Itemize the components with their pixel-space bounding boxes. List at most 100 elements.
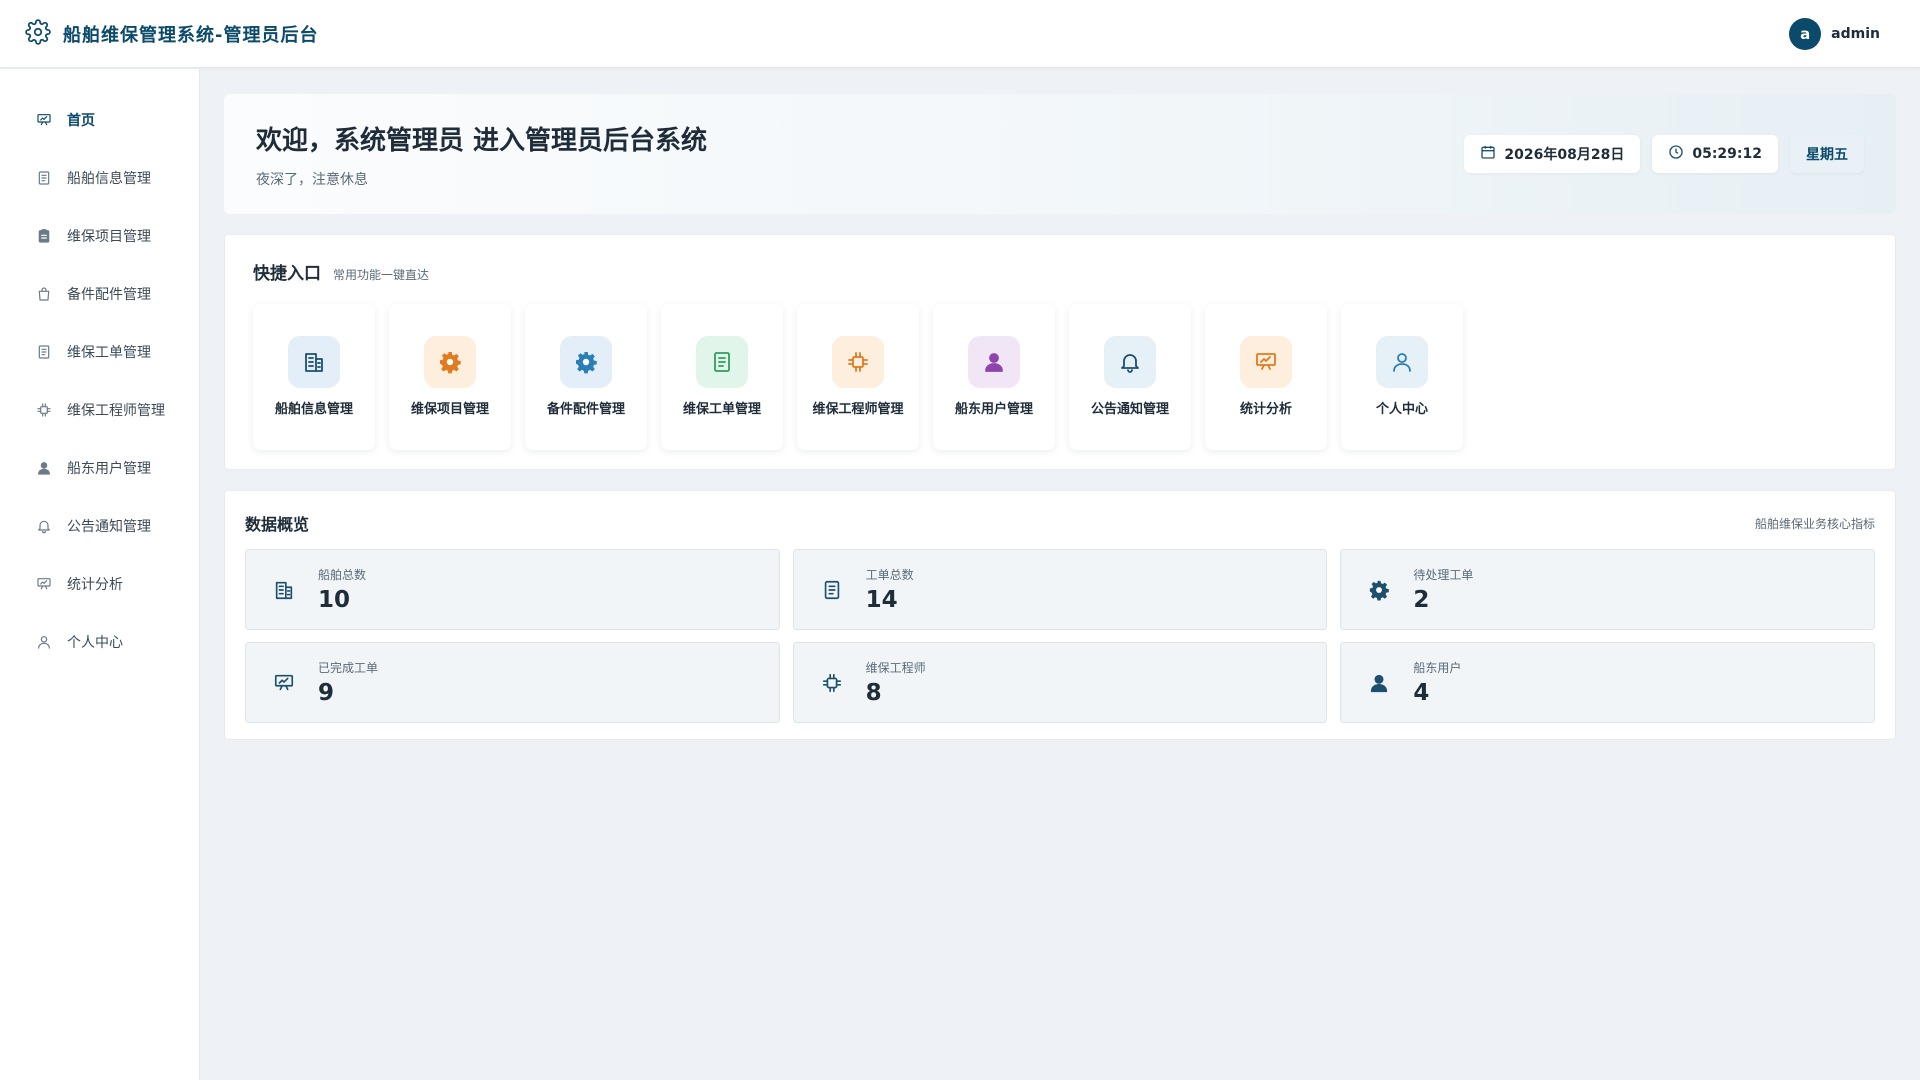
stat-cards: 船舶总数 10 工单总数 14 待处理工单 2 已完成工单 9 维保工程师 8 船东用户 4	[245, 549, 1875, 723]
document-icon	[35, 343, 53, 361]
presentation-icon	[1240, 335, 1292, 388]
sidebar-item-label: 公告通知管理	[67, 519, 151, 535]
stat-card: 工单总数 14	[792, 549, 1328, 630]
building-icon	[270, 576, 298, 604]
stat-value: 14	[865, 587, 898, 613]
quick-tile[interactable]: 备件配件管理	[525, 304, 647, 450]
sidebar-item-label: 船东用户管理	[67, 461, 151, 477]
overview-panel: 数据概览 船舶维保业务核心指标 船舶总数 10 工单总数 14 待处理工单 2 已完成工单 9…	[224, 490, 1896, 740]
time-chip: 05:29:12	[1652, 135, 1778, 173]
stat-card: 待处理工单 2	[1340, 549, 1875, 630]
sidebar-item-0[interactable]: 首页	[0, 91, 199, 149]
stat-value: 9	[318, 680, 335, 706]
stat-label: 待处理工单	[1413, 568, 1474, 582]
sidebar-item-9[interactable]: 个人中心	[0, 613, 199, 671]
date-text: 2026年08月28日	[1504, 147, 1625, 163]
gear-icon	[25, 18, 51, 49]
quick-tile-label: 维保工程师管理	[812, 401, 904, 417]
user-icon	[1365, 669, 1393, 697]
top-bar: 船舶维保管理系统-管理员后台 a admin	[0, 0, 1920, 68]
stat-value: 8	[865, 680, 882, 706]
weekday-text: 星期五	[1806, 147, 1848, 163]
building-icon	[288, 335, 340, 388]
presentation-icon	[35, 111, 53, 129]
quick-tile[interactable]: 维保工单管理	[661, 304, 783, 450]
stat-label: 已完成工单	[318, 661, 379, 675]
overview-subtitle: 船舶维保业务核心指标	[1754, 516, 1875, 531]
date-chip: 2026年08月28日	[1464, 135, 1641, 173]
sidebar-item-label: 首页	[67, 113, 95, 129]
quick-tile-label: 维保项目管理	[410, 401, 489, 417]
quick-tile[interactable]: 公告通知管理	[1069, 304, 1191, 450]
stat-label: 船舶总数	[318, 568, 367, 582]
stat-label: 维保工程师	[865, 661, 926, 675]
stat-card: 维保工程师 8	[792, 642, 1328, 723]
bag-icon	[35, 285, 53, 303]
stat-card: 船舶总数 10	[245, 549, 780, 630]
quick-tile-label: 船东用户管理	[954, 401, 1033, 417]
quick-tile-label: 公告通知管理	[1090, 401, 1169, 417]
sidebar-item-1[interactable]: 船舶信息管理	[0, 149, 199, 207]
sidebar: 首页船舶信息管理维保项目管理 备件配件管理维保工单管理维保工程师管理 船东用户管理公…	[0, 69, 200, 1080]
user-menu[interactable]: a admin	[1789, 17, 1880, 50]
sidebar-item-8[interactable]: 统计分析	[0, 555, 199, 613]
quick-tile-label: 维保工单管理	[682, 401, 761, 417]
clock-icon	[1668, 144, 1684, 164]
calendar-icon	[1480, 144, 1496, 164]
chip-icon	[818, 669, 846, 697]
stat-value: 2	[1413, 587, 1430, 613]
sidebar-item-label: 统计分析	[67, 577, 123, 593]
user-icon	[968, 335, 1020, 388]
stat-label: 工单总数	[865, 568, 914, 582]
gear-icon	[560, 335, 612, 388]
sidebar-item-6[interactable]: 船东用户管理	[0, 439, 199, 497]
welcome-subtitle: 夜深了，注意休息	[256, 171, 368, 188]
quick-tile-label: 备件配件管理	[546, 401, 625, 417]
user-outline-icon	[1376, 335, 1428, 388]
main-content: 欢迎，系统管理员 进入管理员后台系统 夜深了，注意休息 2026年08月28日 …	[224, 94, 1896, 740]
quick-tile-label: 统计分析	[1239, 401, 1292, 417]
datetime-chips: 2026年08月28日 05:29:12 星期五	[1464, 135, 1864, 173]
sidebar-item-5[interactable]: 维保工程师管理	[0, 381, 199, 439]
sidebar-item-7[interactable]: 公告通知管理	[0, 497, 199, 555]
quick-tile[interactable]: 船东用户管理	[933, 304, 1055, 450]
avatar[interactable]: a	[1789, 17, 1822, 50]
user-outline-icon	[35, 633, 53, 651]
document-icon	[696, 335, 748, 388]
brand: 船舶维保管理系统-管理员后台	[25, 18, 319, 49]
sidebar-item-label: 备件配件管理	[67, 287, 151, 303]
user-icon	[35, 459, 53, 477]
quick-tile[interactable]: 维保工程师管理	[797, 304, 919, 450]
sidebar-item-label: 维保工程师管理	[67, 403, 165, 419]
quick-tile[interactable]: 船舶信息管理	[253, 304, 375, 450]
chip-icon	[35, 401, 53, 419]
quick-tile-label: 船舶信息管理	[274, 401, 353, 417]
app-title: 船舶维保管理系统-管理员后台	[63, 24, 319, 46]
stat-value: 10	[318, 587, 351, 613]
quick-access-tiles: 船舶信息管理 维保项目管理 备件配件管理 维保工单管理 维保工程师管理 船东用户管理 公告通…	[253, 304, 1867, 450]
clipboard-icon	[35, 227, 53, 245]
quick-access-subtitle: 常用功能一键直达	[333, 268, 430, 282]
sidebar-item-label: 个人中心	[67, 635, 123, 651]
quick-access-panel: 快捷入口 常用功能一键直达 船舶信息管理 维保项目管理 备件配件管理 维保工单管理 维保…	[224, 234, 1896, 470]
sidebar-item-3[interactable]: 备件配件管理	[0, 265, 199, 323]
presentation-icon	[35, 575, 53, 593]
quick-tile[interactable]: 统计分析	[1205, 304, 1327, 450]
stat-label: 船东用户	[1413, 661, 1462, 675]
chip-icon	[832, 335, 884, 388]
quick-tile[interactable]: 个人中心	[1341, 304, 1463, 450]
sidebar-item-4[interactable]: 维保工单管理	[0, 323, 199, 381]
username[interactable]: admin	[1831, 26, 1880, 42]
quick-tile[interactable]: 维保项目管理	[389, 304, 511, 450]
overview-title: 数据概览	[245, 515, 310, 534]
welcome-banner: 欢迎，系统管理员 进入管理员后台系统 夜深了，注意休息 2026年08月28日 …	[224, 94, 1896, 214]
bell-icon	[35, 517, 53, 535]
stat-card: 船东用户 4	[1340, 642, 1875, 723]
presentation-icon	[270, 669, 298, 697]
sidebar-item-2[interactable]: 维保项目管理	[0, 207, 199, 265]
gear-icon	[424, 335, 476, 388]
stat-card: 已完成工单 9	[245, 642, 780, 723]
weekday-chip: 星期五	[1790, 135, 1864, 173]
quick-access-title: 快捷入口	[253, 264, 321, 284]
sidebar-item-label: 维保项目管理	[67, 229, 151, 245]
